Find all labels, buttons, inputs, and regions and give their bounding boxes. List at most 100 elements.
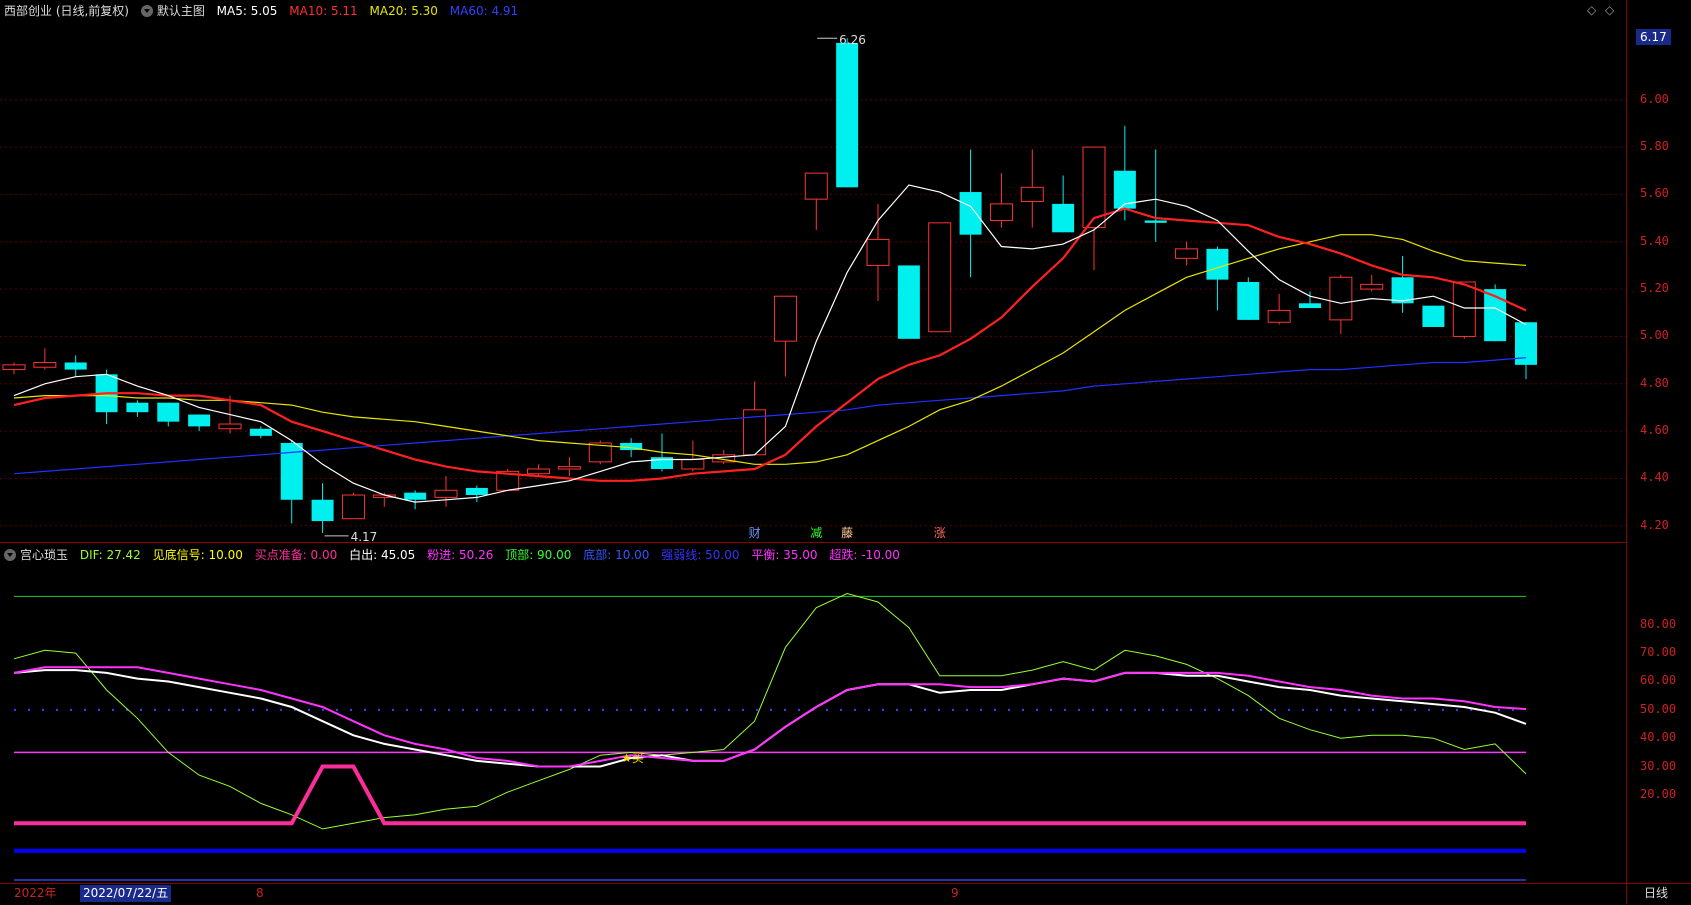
candle-body xyxy=(1237,282,1260,320)
candle xyxy=(1206,246,1229,311)
candle xyxy=(64,355,87,377)
candle-body xyxy=(804,172,828,200)
candle xyxy=(959,149,982,278)
candle-body xyxy=(1052,203,1075,233)
candle-body xyxy=(1422,305,1445,327)
month-8-label: 8 xyxy=(256,886,264,900)
candle xyxy=(989,173,1013,228)
indicator-tick-label: 20.00 xyxy=(1640,786,1677,801)
price-tick-label: 5.40 xyxy=(1640,233,1669,248)
candle xyxy=(1360,274,1384,292)
indicator-tick-label: 70.00 xyxy=(1640,645,1677,660)
period-label[interactable]: 日线 xyxy=(1644,885,1668,902)
candle-body xyxy=(157,402,180,422)
price-tick-label: 5.80 xyxy=(1640,139,1669,154)
current-price-tag: 6.17 xyxy=(1636,29,1671,45)
candle-body xyxy=(527,468,551,475)
ma20-line xyxy=(13,234,1527,465)
candle xyxy=(1329,274,1353,335)
candle xyxy=(1452,281,1476,339)
event-marker: 涨 xyxy=(934,525,946,540)
price-tick-label: 4.60 xyxy=(1640,423,1669,438)
candle-body xyxy=(557,466,581,470)
candle xyxy=(866,203,890,301)
buy-marker: ★买 xyxy=(621,751,644,765)
candle xyxy=(928,222,952,333)
candle-body xyxy=(1452,281,1476,337)
candle-body xyxy=(434,489,458,498)
candle xyxy=(341,492,365,520)
cursor-date: 2022/07/22/五 xyxy=(80,885,172,902)
candle-body xyxy=(1267,309,1291,323)
candle xyxy=(126,400,149,417)
candle xyxy=(1052,175,1075,233)
candle-body xyxy=(33,361,57,368)
candle-body xyxy=(928,222,952,333)
price-tick-label: 4.80 xyxy=(1640,375,1669,390)
dif-line xyxy=(13,592,1527,830)
candle xyxy=(33,348,57,370)
candle xyxy=(1144,149,1167,242)
price-tick-label: 6.00 xyxy=(1640,91,1669,106)
candle xyxy=(1422,305,1445,327)
candle-body xyxy=(311,499,334,522)
chart-canvas[interactable]: 6.26 4.17 财 减 藤 涨 ★买 xyxy=(0,0,1626,883)
price-tick-label: 4.40 xyxy=(1640,470,1669,485)
ma60-line xyxy=(13,357,1527,475)
candle xyxy=(897,265,920,339)
candle-body xyxy=(1206,248,1229,280)
candle-body xyxy=(64,362,87,370)
price-tick-label: 5.20 xyxy=(1640,281,1669,296)
event-marker: 减 xyxy=(810,526,822,540)
candle xyxy=(1267,293,1291,325)
candle xyxy=(188,414,211,432)
time-axis xyxy=(0,883,1691,905)
candle xyxy=(836,38,859,188)
high-label: 6.26 xyxy=(839,33,866,47)
event-marker: 财 xyxy=(749,526,761,540)
indicator-tick-label: 60.00 xyxy=(1640,673,1677,688)
candle-body xyxy=(681,459,705,470)
candle xyxy=(1175,241,1199,266)
candle-body xyxy=(836,42,859,188)
month-9-label: 9 xyxy=(951,886,959,900)
candle xyxy=(1020,149,1044,228)
year-label: 2022年 xyxy=(14,886,57,900)
candle xyxy=(1391,255,1414,313)
candle-body xyxy=(1020,186,1044,203)
candle-body xyxy=(1175,248,1199,259)
event-marker: 藤 xyxy=(841,526,853,540)
price-tick-label: 5.00 xyxy=(1640,328,1669,343)
ma5-line xyxy=(13,184,1527,503)
candle-body xyxy=(188,414,211,427)
candle xyxy=(1082,146,1106,271)
candle xyxy=(1237,277,1260,320)
candle-body xyxy=(126,402,149,413)
candle-body xyxy=(866,238,890,266)
candle-body xyxy=(465,487,488,496)
candle xyxy=(804,172,828,230)
candle xyxy=(1515,322,1537,380)
price-tick-label: 5.60 xyxy=(1640,186,1669,201)
candle xyxy=(465,485,488,503)
chart-window: 西部创业 (日线,前复权) 默认主图 MA5: 5.05 MA10: 5.11 … xyxy=(0,0,1691,904)
candle xyxy=(1113,125,1136,221)
candle-body xyxy=(341,494,365,520)
jiandi-line xyxy=(14,764,1526,826)
price-tick-label: 4.20 xyxy=(1640,517,1669,532)
indicator-tick-label: 30.00 xyxy=(1640,758,1677,773)
candle xyxy=(157,402,180,427)
candle-body xyxy=(2,364,26,371)
candle-body xyxy=(1144,220,1167,223)
candle-body xyxy=(959,192,982,235)
candle-body xyxy=(404,492,427,500)
candle-body xyxy=(1299,303,1321,309)
candle-body xyxy=(1360,283,1384,290)
indicator-tick-label: 50.00 xyxy=(1640,701,1677,716)
candle xyxy=(2,362,26,375)
indicator-tick-label: 80.00 xyxy=(1640,616,1677,631)
candle xyxy=(773,295,797,377)
candle-body xyxy=(989,203,1013,221)
low-label: 4.17 xyxy=(351,530,378,544)
candle xyxy=(249,426,272,439)
